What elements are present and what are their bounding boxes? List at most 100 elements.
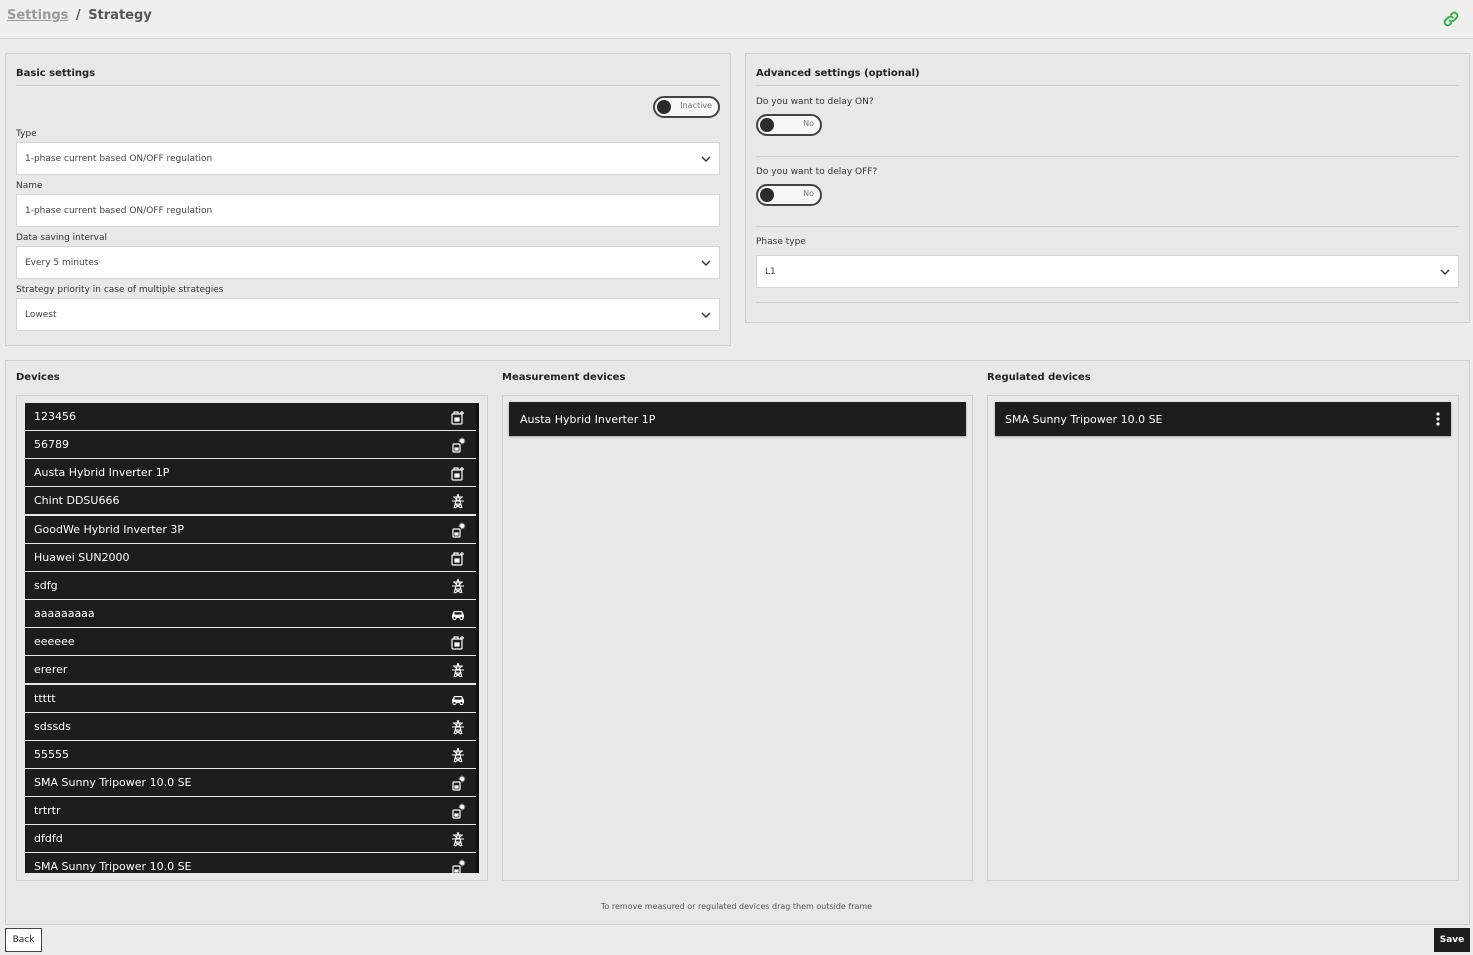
device-list-item[interactable]: sdssds bbox=[25, 712, 477, 740]
device-list-item[interactable]: sdfg bbox=[25, 571, 477, 599]
device-list-item[interactable]: ererer bbox=[25, 656, 477, 684]
breadcrumb-separator: / bbox=[75, 8, 81, 23]
device-name: 123456 bbox=[34, 410, 76, 423]
delay-off-toggle[interactable]: No bbox=[756, 184, 822, 206]
toggle-knob bbox=[760, 188, 774, 202]
device-name: Austa Hybrid Inverter 1P bbox=[34, 466, 170, 480]
device-list-item[interactable]: eeeeee bbox=[25, 628, 477, 656]
status-toggle-label: Inactive bbox=[680, 101, 712, 110]
car-icon bbox=[450, 606, 466, 622]
device-list-item[interactable]: SMA Sunny Tripower 10.0 SE bbox=[25, 768, 477, 796]
type-select[interactable]: 1-phase current based ON/OFF regulation bbox=[16, 142, 720, 175]
chevron-down-icon bbox=[701, 260, 711, 266]
priority-select-value: Lowest bbox=[25, 309, 57, 320]
device-list-item[interactable]: 56789 bbox=[25, 431, 477, 459]
breadcrumb: Settings / Strategy bbox=[7, 8, 152, 23]
save-button[interactable]: Save bbox=[1434, 928, 1470, 952]
interval-select-value: Every 5 minutes bbox=[25, 257, 99, 268]
regulated-device-name: SMA Sunny Tripower 10.0 SE bbox=[1005, 412, 1163, 426]
grid-tower-icon bbox=[450, 831, 466, 847]
measurement-devices-title: Measurement devices bbox=[502, 372, 626, 383]
regulated-devices-title: Regulated devices bbox=[987, 372, 1091, 383]
measurement-device-item[interactable]: Austa Hybrid Inverter 1P bbox=[509, 402, 966, 436]
priority-select[interactable]: Lowest bbox=[16, 298, 720, 331]
inverter-icon bbox=[450, 634, 466, 650]
priority-label: Strategy priority in case of multiple st… bbox=[16, 285, 224, 295]
grid-tower-icon bbox=[450, 719, 466, 735]
measurement-devices-dropzone[interactable] bbox=[502, 395, 973, 881]
devices-list-scrollbar[interactable] bbox=[476, 403, 479, 873]
device-list-item[interactable]: trtrtr bbox=[25, 797, 477, 825]
device-list-item[interactable]: GoodWe Hybrid Inverter 3P bbox=[25, 515, 477, 543]
device-list-item[interactable]: Huawei SUN2000 bbox=[25, 543, 477, 571]
delay-off-label: Do you want to delay OFF? bbox=[756, 167, 878, 177]
interval-label: Data saving interval bbox=[16, 233, 107, 243]
chevron-down-icon bbox=[1440, 269, 1450, 275]
delay-off-toggle-label: No bbox=[803, 189, 814, 198]
solar-inverter-icon bbox=[450, 803, 466, 819]
phase-type-select-value: L1 bbox=[765, 266, 776, 277]
back-button[interactable]: Back bbox=[5, 928, 42, 952]
drag-hint-text: To remove measured or regulated devices … bbox=[600, 902, 873, 911]
device-list-item[interactable]: 55555 bbox=[25, 740, 477, 768]
device-name: SMA Sunny Tripower 10.0 SE bbox=[34, 860, 192, 873]
devices-list[interactable]: 123456 56789 Austa Hybrid Inverter 1P Chint… bbox=[25, 403, 480, 873]
basic-settings-title: Basic settings bbox=[16, 68, 96, 79]
chevron-down-icon bbox=[701, 156, 711, 162]
device-name: sdssds bbox=[34, 719, 71, 733]
name-input-value: 1-phase current based ON/OFF regulation bbox=[25, 205, 213, 216]
top-bar: Settings / Strategy bbox=[0, 0, 1473, 39]
name-input[interactable]: 1-phase current based ON/OFF regulation bbox=[16, 194, 720, 227]
solar-inverter-icon bbox=[450, 437, 466, 453]
regulated-devices-dropzone[interactable] bbox=[987, 395, 1459, 881]
device-name: Huawei SUN2000 bbox=[34, 550, 130, 564]
device-name: ttttt bbox=[34, 691, 56, 705]
breadcrumb-current: Strategy bbox=[88, 8, 152, 23]
inverter-icon bbox=[450, 550, 466, 566]
device-list-item[interactable]: Austa Hybrid Inverter 1P bbox=[25, 459, 477, 487]
inverter-icon bbox=[450, 409, 466, 425]
car-icon bbox=[450, 691, 466, 707]
devices-title: Devices bbox=[16, 372, 60, 383]
divider bbox=[756, 302, 1459, 303]
device-list-item[interactable]: dfdfd bbox=[25, 825, 477, 853]
delay-on-label: Do you want to delay ON? bbox=[756, 97, 874, 107]
phase-type-label: Phase type bbox=[756, 237, 806, 247]
device-list-item[interactable]: SMA Sunny Tripower 10.0 SE bbox=[25, 853, 477, 873]
device-name: sdfg bbox=[34, 578, 58, 592]
regulated-device-item[interactable]: SMA Sunny Tripower 10.0 SE bbox=[995, 402, 1451, 436]
device-list-item[interactable]: aaaaaaaaa bbox=[25, 600, 477, 628]
grid-tower-icon bbox=[450, 747, 466, 763]
device-name: eeeeee bbox=[34, 635, 75, 649]
toggle-knob bbox=[760, 118, 774, 132]
grid-tower-icon bbox=[450, 493, 466, 509]
delay-on-toggle[interactable]: No bbox=[756, 114, 822, 136]
grid-tower-icon bbox=[450, 662, 466, 678]
device-name: 55555 bbox=[34, 747, 69, 761]
device-list-item[interactable]: Chint DDSU666 bbox=[25, 487, 477, 515]
solar-inverter-icon bbox=[450, 775, 466, 791]
link-icon[interactable] bbox=[1442, 10, 1460, 28]
device-name: ererer bbox=[34, 663, 68, 677]
phase-type-select[interactable]: L1 bbox=[756, 255, 1459, 288]
device-name: aaaaaaaaa bbox=[34, 607, 95, 621]
divider bbox=[756, 226, 1459, 227]
solar-inverter-icon bbox=[450, 522, 466, 538]
device-name: SMA Sunny Tripower 10.0 SE bbox=[34, 775, 192, 789]
status-toggle[interactable]: Inactive bbox=[653, 96, 720, 118]
advanced-settings-title: Advanced settings (optional) bbox=[756, 68, 920, 79]
interval-select[interactable]: Every 5 minutes bbox=[16, 246, 720, 279]
device-name: trtrtr bbox=[34, 804, 61, 818]
device-name: Chint DDSU666 bbox=[34, 494, 120, 508]
breadcrumb-settings-link[interactable]: Settings bbox=[7, 8, 68, 23]
device-name: GoodWe Hybrid Inverter 3P bbox=[34, 522, 185, 536]
more-options-icon[interactable] bbox=[1433, 411, 1443, 427]
toggle-knob bbox=[657, 100, 671, 114]
device-name: 56789 bbox=[34, 438, 69, 452]
device-list-item[interactable]: 123456 bbox=[25, 403, 477, 430]
divider bbox=[756, 156, 1459, 157]
solar-inverter-icon bbox=[450, 859, 466, 873]
name-label: Name bbox=[16, 181, 43, 191]
device-list-item[interactable]: ttttt bbox=[25, 684, 477, 712]
type-select-value: 1-phase current based ON/OFF regulation bbox=[25, 153, 213, 164]
